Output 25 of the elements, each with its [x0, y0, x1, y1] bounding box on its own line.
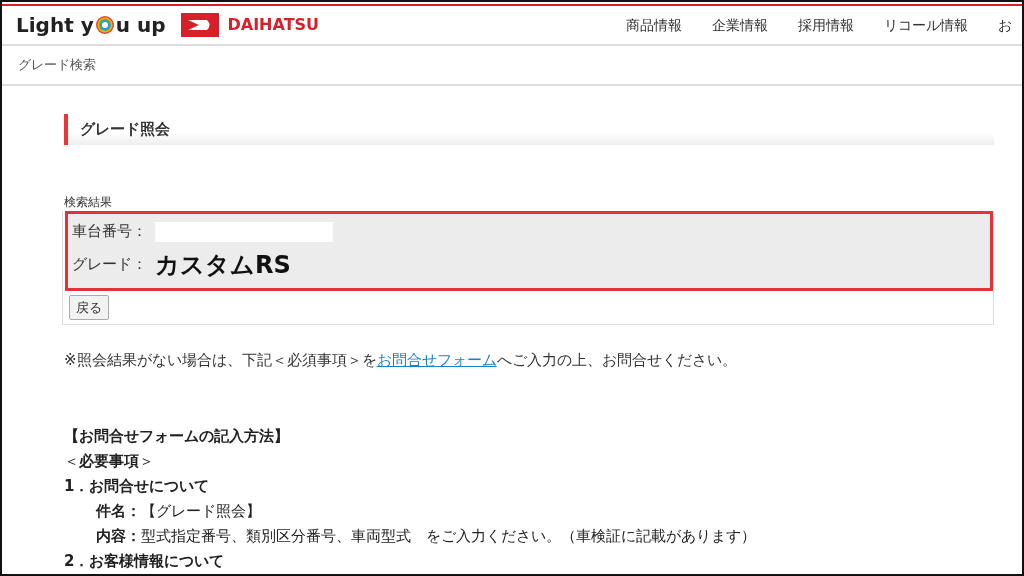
- nav-link[interactable]: 採用情報: [798, 14, 854, 36]
- breadcrumb[interactable]: グレード検索: [18, 55, 96, 75]
- field-label: グレード：: [72, 254, 147, 276]
- nav-link[interactable]: 企業情報: [712, 14, 768, 36]
- section-heading: グレード照会: [64, 114, 994, 145]
- nav-link[interactable]: リコール情報: [884, 14, 968, 36]
- contact-form-link[interactable]: お問合せフォーム: [376, 351, 497, 369]
- nav-link[interactable]: お: [998, 14, 1012, 36]
- brand-logo-icon: [181, 13, 220, 37]
- instruction-text: 2．お客様情報について: [64, 550, 226, 572]
- logo-text: Light y: [16, 12, 94, 39]
- back-button[interactable]: 戻る: [69, 294, 109, 320]
- field-label: 車台番号：: [72, 221, 147, 243]
- instruction-text: 【お問合せフォームの記入方法】: [64, 425, 290, 447]
- rainbow-ring-icon: [94, 15, 115, 35]
- logo-text: u up: [115, 12, 166, 39]
- instruction-text: ＜必要事項＞: [64, 450, 155, 472]
- notice-text: ※照会結果がない場合は、下記＜必須事項＞をお問合せフォームへご入力の上、お問合せください。: [64, 350, 738, 371]
- instruction-text: 内容：型式指定番号、類別区分番号、車両型式 をご入力ください。（車検証に記載があります）: [95, 525, 757, 547]
- brand-name: DAIHATSU: [227, 14, 320, 36]
- instruction-text: 件名：【グレード照会】: [94, 500, 262, 522]
- result-caption: 検索結果: [64, 193, 113, 211]
- nav-link[interactable]: 商品情報: [626, 14, 682, 36]
- instruction-text: 1．お問合せについて: [64, 475, 211, 497]
- grade-value: カスタムRS: [155, 249, 291, 281]
